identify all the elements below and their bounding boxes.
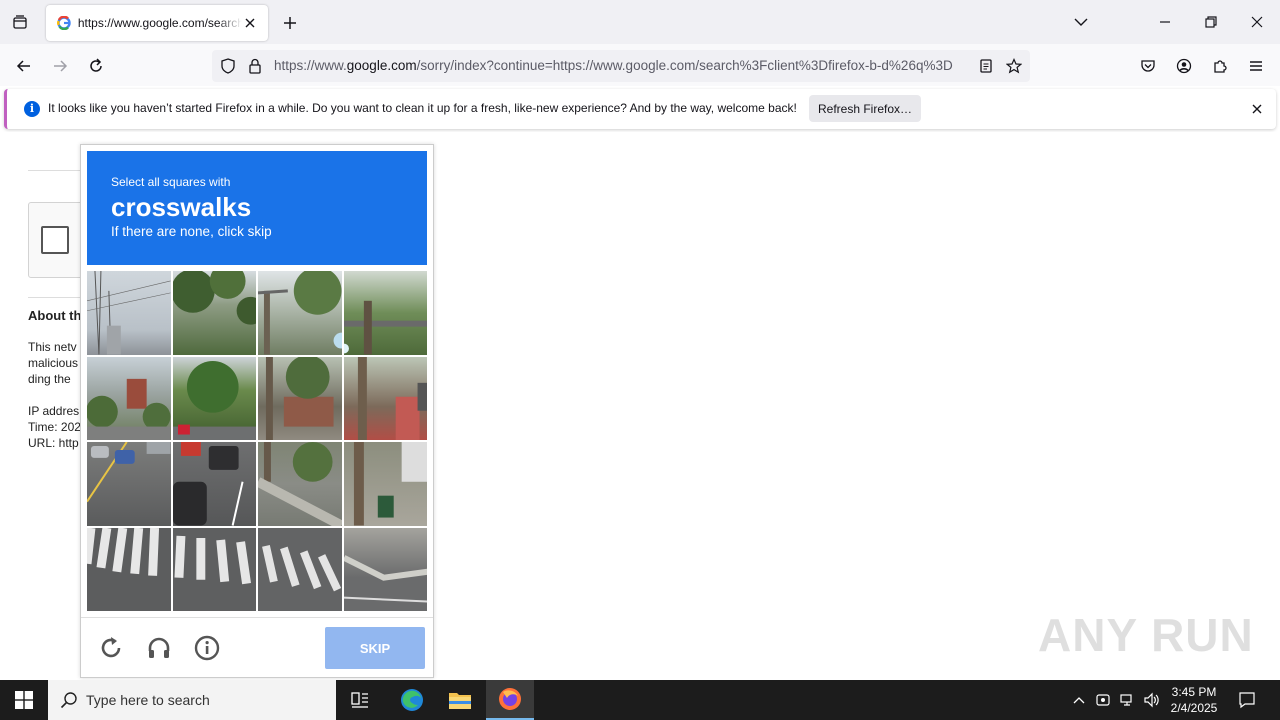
mid-divider [28,297,88,298]
notifications-icon[interactable] [1238,691,1256,709]
image-grid [87,271,427,611]
about-heading: About th [28,308,82,323]
lock-icon[interactable] [248,58,262,79]
grid-tile[interactable] [87,527,171,611]
bookmark-star-icon[interactable] [1005,58,1023,79]
body-line-2: malicious [28,356,79,370]
firefox-icon[interactable] [486,680,534,720]
ip-address-label: IP addres [28,404,80,418]
recaptcha-checkbox[interactable] [41,226,69,254]
show-hidden-icons-chevron-icon[interactable] [1070,691,1088,709]
grid-tile[interactable] [172,271,256,355]
grid-tile[interactable] [343,527,427,611]
restore-icon[interactable] [1196,8,1226,36]
skip-button[interactable]: SKIP [325,627,425,669]
reload-icon[interactable] [82,52,110,80]
file-explorer-icon[interactable] [436,680,484,720]
close-window-icon[interactable] [1242,8,1272,36]
url-path: /sorry/index?continue=https://www.google… [416,58,953,73]
url-label: URL: http [28,436,79,450]
challenge-header: Select all squares with crosswalks If th… [87,151,427,265]
top-divider [28,170,88,171]
tracking-shield-icon[interactable] [220,58,236,79]
time-label: Time: 202 [28,420,81,434]
google-favicon-icon [56,15,72,31]
challenge-footer: SKIP [81,617,433,677]
grid-tile[interactable] [343,356,427,440]
grid-tile[interactable] [343,271,427,355]
grid-tile[interactable] [258,442,342,526]
instruction-sub: If there are none, click skip [111,224,272,239]
grid-tile[interactable] [87,356,171,440]
grid-tile[interactable] [258,271,342,355]
audio-challenge-icon[interactable] [145,634,173,662]
clock-time: 3:45 PM [1171,685,1217,699]
edge-browser-icon[interactable] [388,680,436,720]
recaptcha-challenge: Select all squares with crosswalks If th… [80,144,434,678]
network-icon[interactable] [1118,691,1136,709]
new-tab-icon[interactable] [278,11,302,35]
menu-hamburger-icon[interactable] [1242,52,1270,80]
close-notification-icon[interactable] [1249,101,1265,117]
grid-tile[interactable] [87,271,171,355]
taskbar-search-placeholder: Type here to search [86,692,210,708]
watermark: ANY RUN [1038,609,1254,661]
url-bar[interactable]: https://www.google.com/sorry/index?conti… [212,50,1030,82]
help-info-icon[interactable] [193,634,221,662]
meet-now-icon[interactable] [1094,691,1112,709]
notification-message: It looks like you haven’t started Firefo… [48,101,797,115]
clock-date: 2/4/2025 [1170,701,1218,715]
taskbar: Type here to search 3:45 PM 2/4/2025 [0,680,1280,720]
instruction-small: Select all squares with [111,175,231,189]
windows-start-icon[interactable] [0,680,48,720]
refresh-firefox-button[interactable]: Refresh Firefox… [809,95,921,122]
extensions-icon[interactable] [1206,52,1234,80]
reload-challenge-icon[interactable] [97,634,125,662]
challenge-target: crosswalks [111,192,252,222]
tab-close-icon[interactable] [242,15,258,31]
grid-tile[interactable] [172,442,256,526]
tab-title: https://www.google.com/search?client=fir… [77,16,243,30]
browser-tab[interactable]: https://www.google.com/search?client=fir… [46,5,268,41]
search-icon [60,692,77,709]
account-icon[interactable] [1170,52,1198,80]
navigation-toolbar: https://www.google.com/sorry/index?conti… [0,44,1280,86]
url-text[interactable]: https://www.google.com/sorry/index?conti… [274,58,970,73]
tab-list-icon[interactable] [8,10,32,34]
list-all-tabs-icon[interactable] [1066,8,1096,36]
grid-tile[interactable] [172,527,256,611]
minimize-icon[interactable] [1150,8,1180,36]
recaptcha-widget [28,202,88,278]
back-arrow-icon[interactable] [10,52,38,80]
task-view-icon[interactable] [336,680,384,720]
pocket-icon[interactable] [1134,52,1162,80]
grid-tile[interactable] [172,356,256,440]
grid-tile[interactable] [258,527,342,611]
grid-tile[interactable] [258,356,342,440]
body-line-1: This netv [28,340,77,354]
url-prefix: https://www. [274,58,347,73]
tab-strip: https://www.google.com/search?client=fir… [0,0,1280,44]
volume-icon[interactable] [1142,691,1160,709]
grid-tile[interactable] [343,442,427,526]
taskbar-clock[interactable]: 3:45 PM 2/4/2025 [1164,684,1224,716]
info-icon: i [24,101,40,117]
body-line-3: ding the [28,372,71,386]
forward-arrow-icon[interactable] [46,52,74,80]
taskbar-search-box[interactable]: Type here to search [48,680,336,720]
grid-tile[interactable] [87,442,171,526]
url-domain: google.com [346,58,417,73]
reader-view-icon[interactable] [978,58,994,79]
notification-bar: i It looks like you haven’t started Fire… [4,89,1276,129]
